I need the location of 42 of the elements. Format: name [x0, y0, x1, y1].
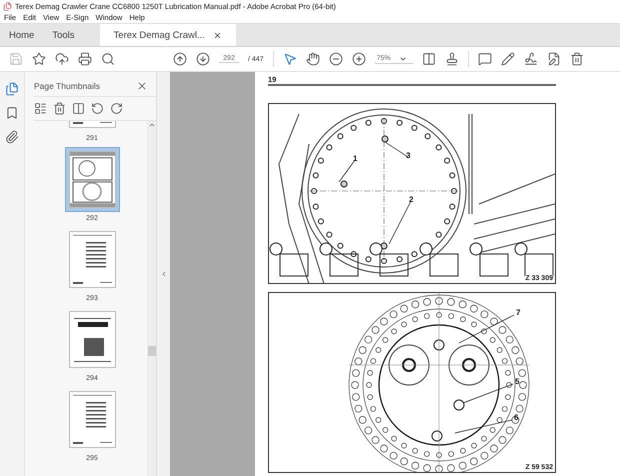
pages-icon[interactable] — [5, 82, 19, 96]
arrow-up-icon[interactable] — [173, 52, 187, 66]
scroll-up-icon[interactable] — [148, 121, 156, 129]
page-thumbnail-drawing — [72, 234, 112, 285]
tab[interactable]: Tools — [43, 24, 84, 46]
callout-label: 2 — [409, 195, 414, 204]
trash-icon[interactable] — [570, 52, 584, 66]
trash-icon[interactable] — [53, 102, 66, 115]
page-thumbnail-drawing — [70, 152, 114, 207]
arrow-down-icon[interactable] — [196, 52, 210, 66]
hand-icon[interactable] — [306, 52, 320, 66]
search-icon[interactable] — [101, 52, 115, 66]
tab[interactable]: Terex Demag Crawl... — [100, 24, 236, 46]
tab[interactable]: Home — [0, 24, 44, 46]
scroll-thumb[interactable] — [148, 346, 156, 356]
bookmark-icon[interactable] — [5, 106, 19, 120]
page-thumbnail[interactable] — [64, 147, 120, 212]
callout-label: 5 — [515, 377, 520, 386]
pointer-icon[interactable] — [282, 52, 297, 66]
star-icon[interactable] — [32, 52, 46, 66]
close-icon[interactable] — [136, 80, 148, 92]
paperclip-icon[interactable] — [5, 130, 19, 144]
page-thumbnail-drawing — [74, 318, 110, 362]
callout-label: 7 — [516, 308, 520, 317]
callout-label: 1 — [353, 154, 358, 163]
thumbnail-options-icon[interactable] — [34, 102, 47, 115]
stamp-icon[interactable] — [444, 52, 459, 66]
rotate-right-icon[interactable] — [110, 102, 123, 115]
scrollbar[interactable] — [147, 121, 156, 476]
zoom-in-icon[interactable] — [352, 52, 366, 66]
edit-file-icon[interactable] — [546, 52, 561, 66]
callout-label: 3 — [406, 151, 410, 160]
printer-icon[interactable] — [78, 52, 92, 66]
pencil-icon[interactable] — [500, 52, 515, 66]
zoom-out-icon[interactable] — [328, 52, 343, 66]
signature-icon[interactable] — [524, 52, 538, 66]
rotate-left-icon[interactable] — [91, 102, 104, 115]
close-icon[interactable] — [212, 30, 222, 40]
page-thumbnail-drawing — [72, 394, 112, 445]
panel-title: Page Thumbnails — [34, 81, 100, 91]
cloud-upload-icon[interactable] — [55, 52, 69, 66]
comment-icon[interactable] — [478, 52, 492, 66]
